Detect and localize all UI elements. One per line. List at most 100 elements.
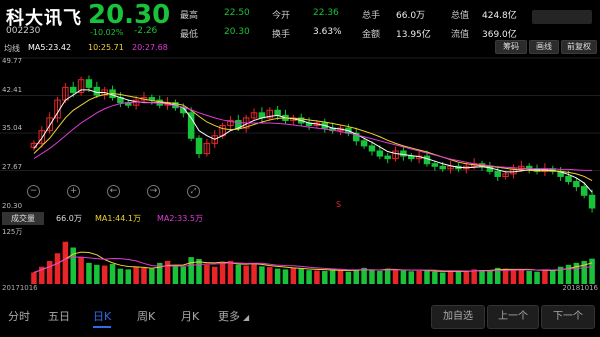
change-percent: -10.02% [90, 28, 124, 37]
volume-bar [164, 260, 171, 284]
volume-bar [290, 267, 297, 284]
volume-bar [432, 271, 438, 284]
volume-bar [526, 270, 532, 284]
price-chart[interactable] [0, 54, 600, 214]
volume-bar [479, 270, 485, 284]
volume-bar [345, 271, 352, 284]
candle-body [195, 137, 203, 155]
volume-bar [322, 270, 328, 284]
candle-body [408, 155, 415, 160]
volume-bar [329, 269, 336, 284]
y-tick-3: 35.04 [2, 124, 23, 132]
volume-bar [141, 267, 147, 284]
candle-body [431, 163, 439, 167]
tab-intraday[interactable]: 分时 [8, 308, 30, 324]
volume-bar [384, 268, 391, 284]
volume-bar [337, 270, 344, 284]
candle-body [565, 175, 572, 183]
zoom-out-icon[interactable]: − [27, 185, 40, 198]
volume-bar [274, 268, 281, 284]
ma-label: 均线 [4, 44, 20, 53]
volume-bar [109, 264, 116, 284]
scroll-right-icon[interactable]: → [147, 185, 160, 198]
volume-bar [463, 270, 470, 284]
volume-bar [408, 271, 415, 284]
volume-bar [369, 270, 375, 284]
ma20-line [33, 101, 593, 171]
volume-bar [172, 265, 179, 284]
volume-bar [282, 269, 289, 284]
volume-value: 66.0万 [56, 214, 82, 223]
quote-value-volume: 66.0万 [396, 11, 426, 21]
date-end: 20181016 [562, 284, 598, 292]
volume-bar [235, 264, 242, 284]
date-start: 20171016 [2, 284, 38, 292]
y-tick-bottom: 20.30 [2, 202, 23, 210]
next-stock-button[interactable]: 下一个 [541, 305, 595, 329]
volume-bar [117, 268, 124, 284]
volume-bar [400, 270, 407, 284]
quote-label-high: 最高 [180, 11, 199, 21]
volume-bar [219, 262, 226, 284]
candle-body [494, 170, 501, 177]
volume-bar [227, 260, 234, 284]
blurred-region [532, 10, 592, 24]
candle-body [580, 186, 588, 196]
draw-line-button[interactable]: 画线 [529, 40, 559, 54]
zoom-in-icon[interactable]: + [67, 185, 80, 198]
volume-bar [471, 269, 477, 284]
volume-bar [133, 266, 139, 284]
volume-bar [377, 270, 383, 284]
volume-bar [46, 260, 53, 284]
volume-bar [196, 259, 202, 284]
quote-label-open: 今开 [272, 11, 291, 21]
quote-label-floatcap: 流值 [451, 30, 470, 40]
volume-bar [78, 257, 84, 284]
volume-bar [204, 264, 210, 284]
candle-body [486, 165, 494, 172]
candle-body [187, 112, 195, 139]
volume-bar [392, 269, 399, 284]
tab-weekly-k[interactable]: 周K [137, 308, 155, 324]
tab-daily-k[interactable]: 日K [93, 308, 112, 328]
volume-bar [251, 264, 257, 284]
change-amount: -2.26 [134, 26, 158, 36]
stock-code: 002230 [6, 26, 41, 36]
chips-button[interactable]: 筹码 [495, 40, 527, 54]
volume-bar [455, 270, 462, 284]
volume-ma2: MA2:33.5万 [157, 214, 203, 223]
volume-bar [94, 264, 100, 284]
y-tick-4: 27.67 [2, 163, 23, 171]
quote-value-low: 20.30 [224, 27, 250, 37]
add-watchlist-button[interactable]: 加自选 [431, 305, 485, 329]
quote-label-low: 最低 [180, 30, 199, 40]
ma10-value: 10:25.71 [88, 43, 124, 52]
volume-bar [314, 270, 320, 284]
volume-bar [353, 269, 359, 284]
volume-bar [534, 271, 540, 284]
volume-bar [550, 270, 556, 284]
y-tick-2: 42.41 [2, 86, 23, 94]
scroll-left-icon[interactable]: ← [107, 185, 120, 198]
volume-indicator-tab[interactable]: 成交量 [2, 212, 44, 225]
candle-body [85, 79, 93, 88]
quote-value-turnover: 3.63% [313, 27, 342, 37]
more-dropdown-icon[interactable]: ◢ [243, 313, 249, 322]
quote-value-high: 22.50 [224, 8, 250, 18]
quote-value-amount: 13.95亿 [396, 30, 431, 40]
volume-bar [54, 253, 61, 284]
volume-bar [439, 272, 446, 284]
quote-value-open: 22.36 [313, 8, 339, 18]
fullscreen-icon[interactable]: ⤢ [187, 185, 200, 198]
candle-body [360, 140, 368, 147]
tab-five-day[interactable]: 五日 [48, 308, 70, 324]
volume-bar [188, 257, 194, 284]
volume-bar [306, 270, 312, 284]
prev-stock-button[interactable]: 上一个 [487, 305, 539, 329]
last-price: 20.30 [88, 0, 171, 30]
tab-monthly-k[interactable]: 月K [181, 308, 199, 324]
volume-chart[interactable] [0, 234, 600, 284]
adjust-button[interactable]: 前复权 [561, 40, 597, 54]
ma5-value: MA5:23.42 [28, 43, 72, 52]
tab-more[interactable]: 更多 [218, 308, 240, 324]
